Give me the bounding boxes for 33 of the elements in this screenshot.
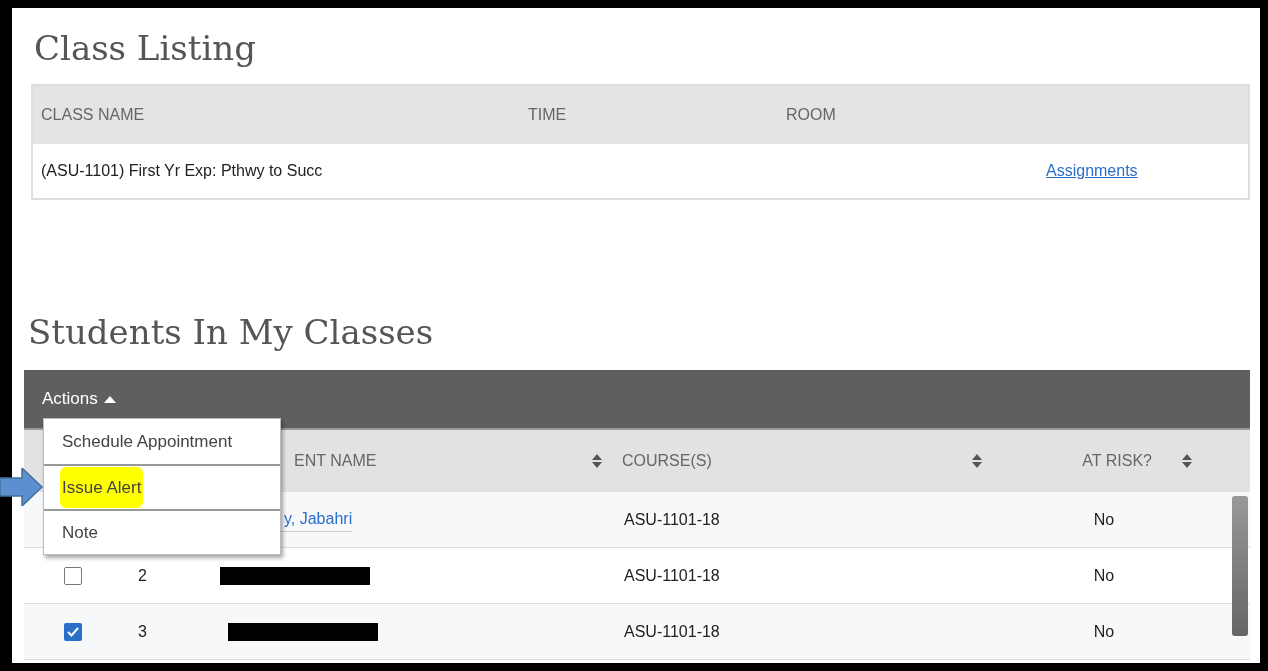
column-header: ENT NAME [293, 451, 378, 471]
menu-item-label: Issue Alert [60, 466, 144, 509]
sort-icon[interactable] [592, 454, 602, 468]
table-cell-text: No [1092, 565, 1116, 586]
table-cell-text: No [1092, 509, 1116, 530]
arrow-icon [0, 468, 44, 506]
table-cell-text: ASU-1101-18 [624, 565, 721, 586]
section-title: Class Listing [34, 28, 257, 68]
menu-item[interactable]: Schedule Appointment [44, 419, 280, 464]
actions-button[interactable]: Actions [42, 386, 116, 412]
sort-icon[interactable] [1182, 454, 1192, 468]
column-header: COURSE(S) [621, 451, 713, 471]
menu-item-label: Note [62, 521, 98, 544]
row-number: 3 [137, 621, 148, 642]
check-icon [67, 626, 79, 637]
sort-icon[interactable] [972, 454, 982, 468]
row-checkbox[interactable] [64, 622, 82, 641]
row-number: 2 [137, 565, 148, 586]
menu-item[interactable]: Note [44, 509, 280, 554]
table-cell-text: ASU-1101-18 [624, 621, 721, 642]
table-cell-text: (ASU-1101) First Yr Exp: Pthwy to Succ [40, 161, 324, 181]
section-title: Students In My Classes [28, 312, 435, 352]
table-cell-text: ASU-1101-18 [624, 509, 721, 530]
column-header: CLASS NAME [40, 105, 146, 125]
menu-item[interactable]: Issue Alert [44, 464, 280, 509]
column-header: TIME [528, 105, 568, 125]
caret-icon [103, 395, 116, 403]
column-header: AT RISK? [1081, 451, 1153, 471]
table-cell-text: No [1092, 621, 1116, 642]
column-header: ROOM [786, 105, 837, 125]
assignments-link[interactable]: Assignments [1046, 159, 1138, 183]
menu-item-label: Schedule Appointment [62, 430, 233, 453]
row-checkbox[interactable] [64, 566, 82, 585]
